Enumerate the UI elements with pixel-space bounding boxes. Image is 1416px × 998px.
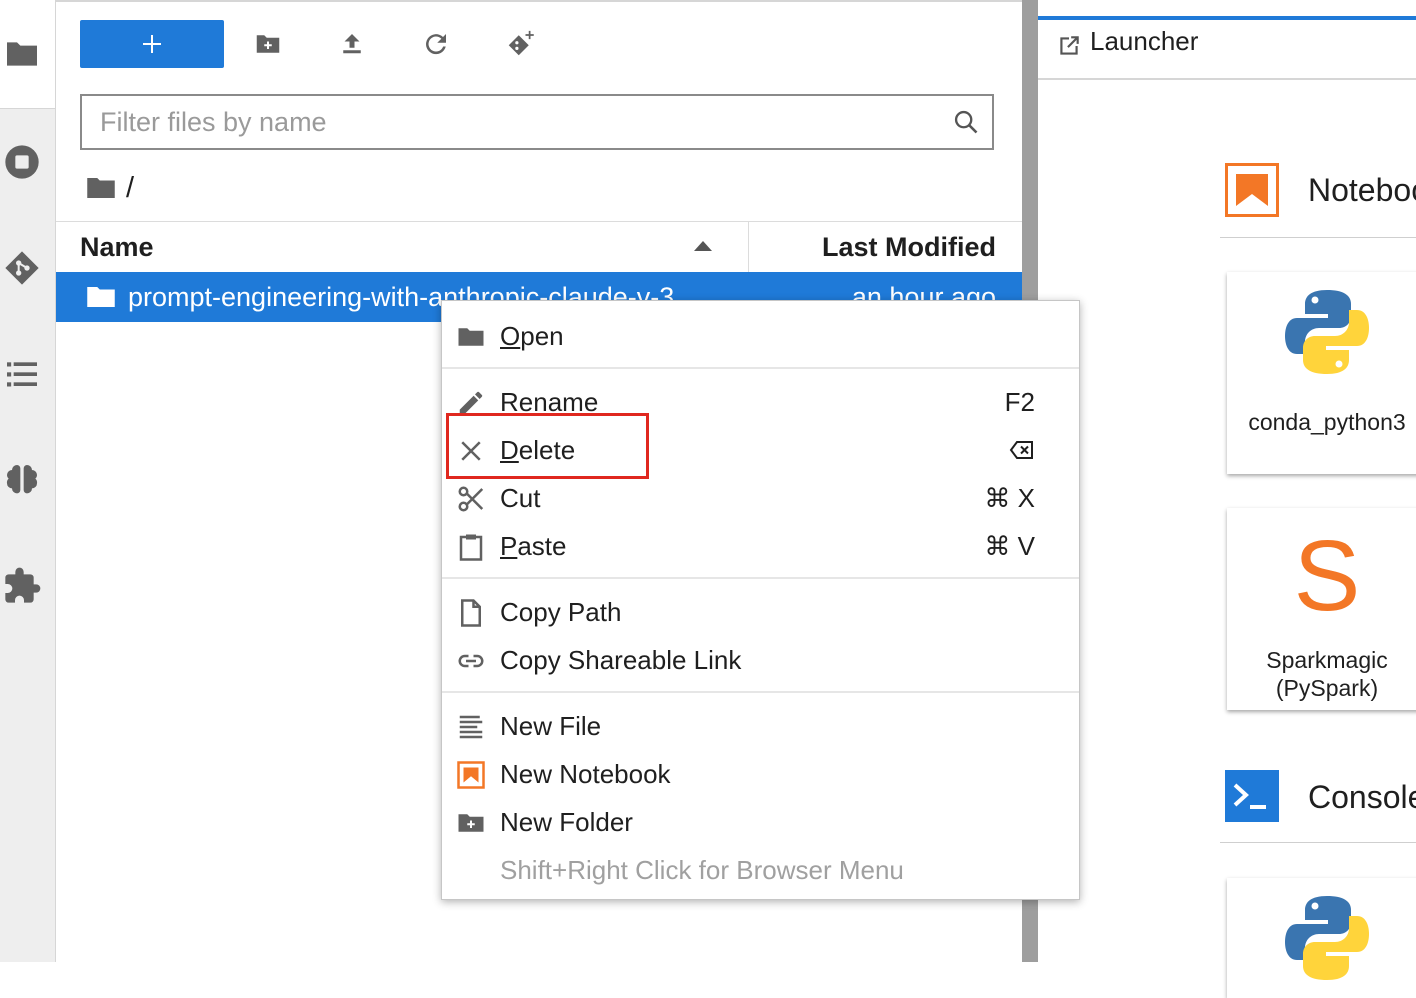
python-logo-icon: [1285, 290, 1369, 374]
menu-item-label: New Notebook: [500, 759, 671, 789]
delete-highlight-box: [446, 413, 649, 479]
menu-item-paste[interactable]: Paste ⌘ V: [442, 524, 1079, 568]
new-folder-icon: [256, 35, 280, 53]
console-section-title: Console: [1308, 779, 1416, 815]
notebook-section-title: Notebook: [1308, 172, 1416, 208]
menu-separator: [442, 367, 1079, 369]
menu-item-label: Copy Path: [500, 597, 622, 627]
menu-item-label: Shift+Right Click for Browser Menu: [500, 855, 904, 885]
menu-item-label: New File: [500, 711, 602, 741]
menu-item-cut[interactable]: Cut ⌘ X: [442, 476, 1079, 520]
refresh-button[interactable]: [416, 24, 456, 64]
column-divider[interactable]: [748, 222, 749, 272]
menu-item-shortcut: F2: [1004, 387, 1035, 417]
extension-puzzle-icon[interactable]: [2, 566, 42, 606]
git-clone-icon: [508, 30, 534, 56]
upload-button[interactable]: [332, 24, 372, 64]
menu-item-open[interactable]: Open: [442, 314, 1079, 358]
menu-item-new-notebook[interactable]: New Notebook: [442, 752, 1079, 796]
menu-item-shortcut: ⌘ V: [984, 531, 1035, 561]
file-list-header: Name Last Modified: [56, 221, 1022, 273]
sparkmagic-logo-icon: S: [1293, 520, 1361, 632]
backspace-key-icon: [1009, 441, 1033, 459]
menu-item-copy-path[interactable]: Copy Path: [442, 590, 1079, 634]
folder-icon: [87, 287, 115, 307]
tab-label: Launcher: [1090, 26, 1199, 56]
card-label: conda_python3: [1248, 409, 1406, 435]
refresh-icon: [426, 34, 446, 55]
menu-separator: [442, 577, 1079, 579]
menu-item-new-folder[interactable]: New Folder: [442, 800, 1079, 844]
new-launcher-button[interactable]: [80, 20, 224, 68]
link-icon: [458, 654, 484, 668]
file-icon: [461, 599, 481, 627]
section-divider: [1220, 237, 1416, 238]
card-label-line1: Sparkmagic: [1266, 647, 1388, 673]
card-label-line2: (PySpark): [1275, 675, 1379, 701]
folder-icon: [458, 328, 484, 346]
launch-icon: [1060, 36, 1079, 55]
menu-item-label: Open: [500, 321, 564, 351]
filter-files-input[interactable]: [82, 96, 942, 148]
launcher-card-sparkmagic-pyspark[interactable]: S Sparkmagic (PySpark): [1227, 508, 1416, 710]
stop-circle-icon[interactable]: [2, 142, 42, 182]
notebook-icon: [457, 761, 485, 789]
new-folder-icon: [458, 814, 484, 832]
launcher-card-conda-python3[interactable]: conda_python3: [1227, 272, 1416, 474]
new-folder-button[interactable]: [248, 24, 288, 64]
git-icon[interactable]: [2, 248, 42, 288]
column-header-last-modified[interactable]: Last Modified: [822, 222, 996, 272]
toc-icon[interactable]: [2, 354, 42, 394]
folder-icon[interactable]: [2, 34, 42, 74]
sort-ascending-icon: [694, 241, 712, 251]
notebook-section-icon: [1225, 163, 1279, 217]
brain-icon[interactable]: [2, 460, 42, 500]
menu-item-shortcut: ⌘ X: [984, 483, 1035, 513]
menu-item-new-file[interactable]: New File: [442, 704, 1079, 748]
menu-item-label: Cut: [500, 483, 541, 513]
menu-item-label: Paste: [500, 531, 567, 561]
search-icon: [954, 110, 978, 134]
column-header-name[interactable]: Name: [80, 222, 154, 272]
filter-box: [80, 94, 994, 150]
menu-item-copy-shareable-link[interactable]: Copy Shareable Link: [442, 638, 1079, 682]
launcher-card-console-python[interactable]: [1227, 878, 1416, 998]
menu-separator: [442, 691, 1079, 693]
console-section-icon: [1225, 770, 1279, 822]
clipboard-icon: [459, 534, 483, 561]
breadcrumb-home-folder-icon[interactable]: [86, 175, 116, 201]
section-divider: [1220, 842, 1416, 843]
text-file-icon: [459, 715, 483, 739]
breadcrumb: /: [86, 172, 134, 204]
menu-item-label: New Folder: [500, 807, 633, 837]
upload-icon: [343, 34, 361, 54]
scissors-icon: [458, 486, 484, 512]
activity-bar-top: [0, 0, 55, 109]
plus-icon: [143, 35, 161, 53]
menu-item-label: Copy Shareable Link: [500, 645, 742, 675]
python-logo-icon: [1285, 896, 1369, 980]
menu-item-browser-menu-hint: Shift+Right Click for Browser Menu: [442, 848, 1079, 892]
breadcrumb-root[interactable]: /: [126, 172, 134, 205]
context-menu: Open Rename F2 Delete Cut ⌘ X Paste ⌘ V …: [441, 300, 1080, 900]
tab-launcher[interactable]: Launcher: [1038, 16, 1416, 80]
git-clone-button[interactable]: [500, 24, 540, 64]
